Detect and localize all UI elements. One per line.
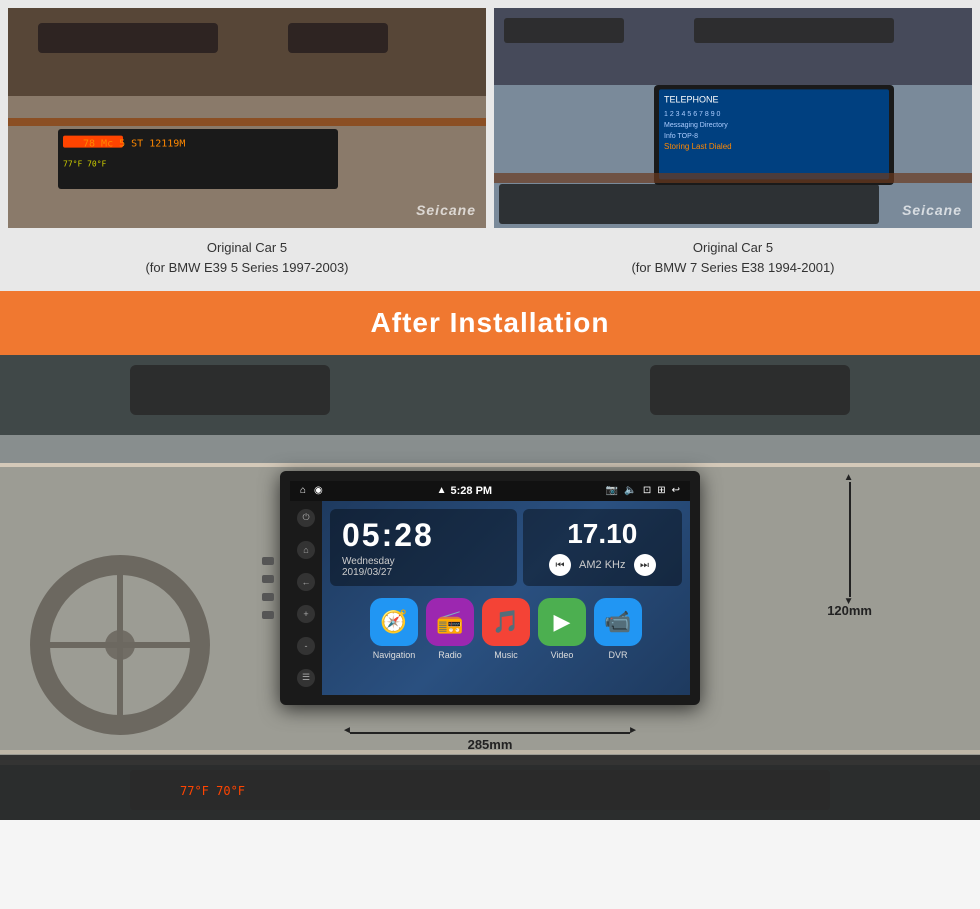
radio-band-label: AM2 KHz <box>579 559 625 571</box>
record-icon: ⊞ <box>657 485 665 496</box>
svg-text:Info TOP-8: Info TOP-8 <box>664 133 698 140</box>
svg-text:78 Mc 5 ST 12119M: 78 Mc 5 ST 12119M <box>83 139 185 150</box>
sidebar-power-icon[interactable]: ⏻ <box>297 509 315 527</box>
home-icon: ⌂ <box>300 485 306 496</box>
car-interior-bg: 77°F 70°F Seicane <box>0 355 980 820</box>
car-caption-1: Original Car 5 (for BMW E39 5 Series 199… <box>140 228 353 291</box>
navigation-icon-box: 🧭 <box>370 598 418 646</box>
status-time: 5:28 PM <box>451 485 493 497</box>
video-icon-box: ▶ <box>538 598 586 646</box>
sidebar-home-icon[interactable]: ⌂ <box>297 541 315 559</box>
watermark-left: Seicane <box>416 202 476 218</box>
watermark-right: Seicane <box>902 202 962 218</box>
radio-prev-button[interactable]: ⏮ <box>549 554 571 576</box>
screen-sidebar: ⏻ ⌂ ← + - ☰ <box>290 501 322 695</box>
app-icon-radio[interactable]: 📻 Radio <box>426 598 474 660</box>
head-unit-outer: ⌂ ◉ ▲ 5:28 PM 📷 🔈 ⊡ ⊞ <box>280 471 700 705</box>
volume-status-icon: 🔈 <box>624 485 636 496</box>
app-icon-navigation[interactable]: 🧭 Navigation <box>370 598 418 660</box>
svg-text:TELEPHONE: TELEPHONE <box>664 95 719 105</box>
screen-body: ⏻ ⌂ ← + - ☰ <box>290 501 690 695</box>
camera-status-icon: 📷 <box>606 485 618 496</box>
navigation-label: Navigation <box>373 650 416 660</box>
radio-label-text: Radio <box>438 650 462 660</box>
music-label: Music <box>494 650 518 660</box>
svg-text:77°F 70°F: 77°F 70°F <box>180 784 245 798</box>
video-label: Video <box>551 650 574 660</box>
status-left: ⌂ ◉ <box>300 485 323 496</box>
status-right: 📷 🔈 ⊡ ⊞ ↩ <box>606 485 680 496</box>
svg-text:Messaging Directory: Messaging Directory <box>664 122 728 129</box>
car-image-right: TELEPHONE 1 2 3 4 5 6 7 8 9 0 Messaging … <box>494 8 972 228</box>
app-icon-video[interactable]: ▶ Video <box>538 598 586 660</box>
dvr-label: DVR <box>608 650 627 660</box>
sidebar-back-icon[interactable]: ← <box>297 573 315 591</box>
clock-date-display: 2019/03/27 <box>342 567 505 578</box>
sidebar-vol-up-icon[interactable]: + <box>297 605 315 623</box>
svg-text:1 2 3 4 5 6 7 8 9 0: 1 2 3 4 5 6 7 8 9 0 <box>664 111 721 118</box>
after-installation-title: After Installation <box>20 307 960 339</box>
width-dimension: 285mm <box>350 732 630 752</box>
sidebar-menu-icon[interactable]: ☰ <box>297 669 315 687</box>
back-nav-icon: ↩ <box>672 485 680 496</box>
width-line <box>350 732 630 734</box>
width-arrow <box>350 732 630 734</box>
status-bar: ⌂ ◉ ▲ 5:28 PM 📷 🔈 ⊡ ⊞ <box>290 481 690 501</box>
svg-text:77°F 70°F: 77°F 70°F <box>63 159 107 168</box>
height-line <box>849 482 851 597</box>
location-icon: ◉ <box>314 485 323 496</box>
head-unit-container: ⌂ ◉ ▲ 5:28 PM 📷 🔈 ⊡ ⊞ <box>280 471 700 705</box>
radio-icon-box: 📻 <box>426 598 474 646</box>
window-icon: ⊡ <box>643 485 651 496</box>
app-icon-dvr[interactable]: 📹 DVR <box>594 598 642 660</box>
music-icon-box: 🎵 <box>482 598 530 646</box>
dvr-icon-box: 📹 <box>594 598 642 646</box>
top-widgets-row: 05:28 Wednesday 2019/03/27 17.10 ⏮ <box>330 509 682 586</box>
after-install-section: 77°F 70°F Seicane <box>0 355 980 820</box>
app-icons-row: 🧭 Navigation 📻 Radio <box>330 594 682 666</box>
clock-time-display: 05:28 <box>342 517 505 554</box>
radio-controls: ⏮ AM2 KHz ⏭ <box>549 554 655 576</box>
height-dimension: 120mm <box>827 482 872 618</box>
car-item-2: TELEPHONE 1 2 3 4 5 6 7 8 9 0 Messaging … <box>494 8 972 291</box>
car-image-left: 78 Mc 5 ST 12119M 77°F 70°F Seicane <box>8 8 486 228</box>
status-center: ▲ 5:28 PM <box>437 485 492 497</box>
radio-widget: 17.10 ⏮ AM2 KHz <box>523 509 682 586</box>
car-caption-2: Original Car 5 (for BMW 7 Series E38 199… <box>626 228 839 291</box>
after-installation-banner: After Installation <box>0 291 980 355</box>
width-label: 285mm <box>350 737 630 752</box>
android-screen: ⌂ ◉ ▲ 5:28 PM 📷 🔈 ⊡ ⊞ <box>290 481 690 695</box>
radio-frequency: 17.10 <box>567 518 637 550</box>
screen-main: 05:28 Wednesday 2019/03/27 17.10 ⏮ <box>322 501 690 695</box>
wifi-icon: ▲ <box>437 485 447 496</box>
clock-day-display: Wednesday <box>342 556 505 567</box>
sidebar-vol-down-icon[interactable]: - <box>297 637 315 655</box>
radio-next-button[interactable]: ⏭ <box>634 554 656 576</box>
page-container: 78 Mc 5 ST 12119M 77°F 70°F Seicane Orig… <box>0 0 980 820</box>
svg-text:Storing Last Dialed: Storing Last Dialed <box>664 142 732 151</box>
clock-widget: 05:28 Wednesday 2019/03/27 <box>330 509 517 586</box>
original-cars-section: 78 Mc 5 ST 12119M 77°F 70°F Seicane Orig… <box>0 0 980 291</box>
app-icon-music[interactable]: 🎵 Music <box>482 598 530 660</box>
car-item-1: 78 Mc 5 ST 12119M 77°F 70°F Seicane Orig… <box>8 8 486 291</box>
